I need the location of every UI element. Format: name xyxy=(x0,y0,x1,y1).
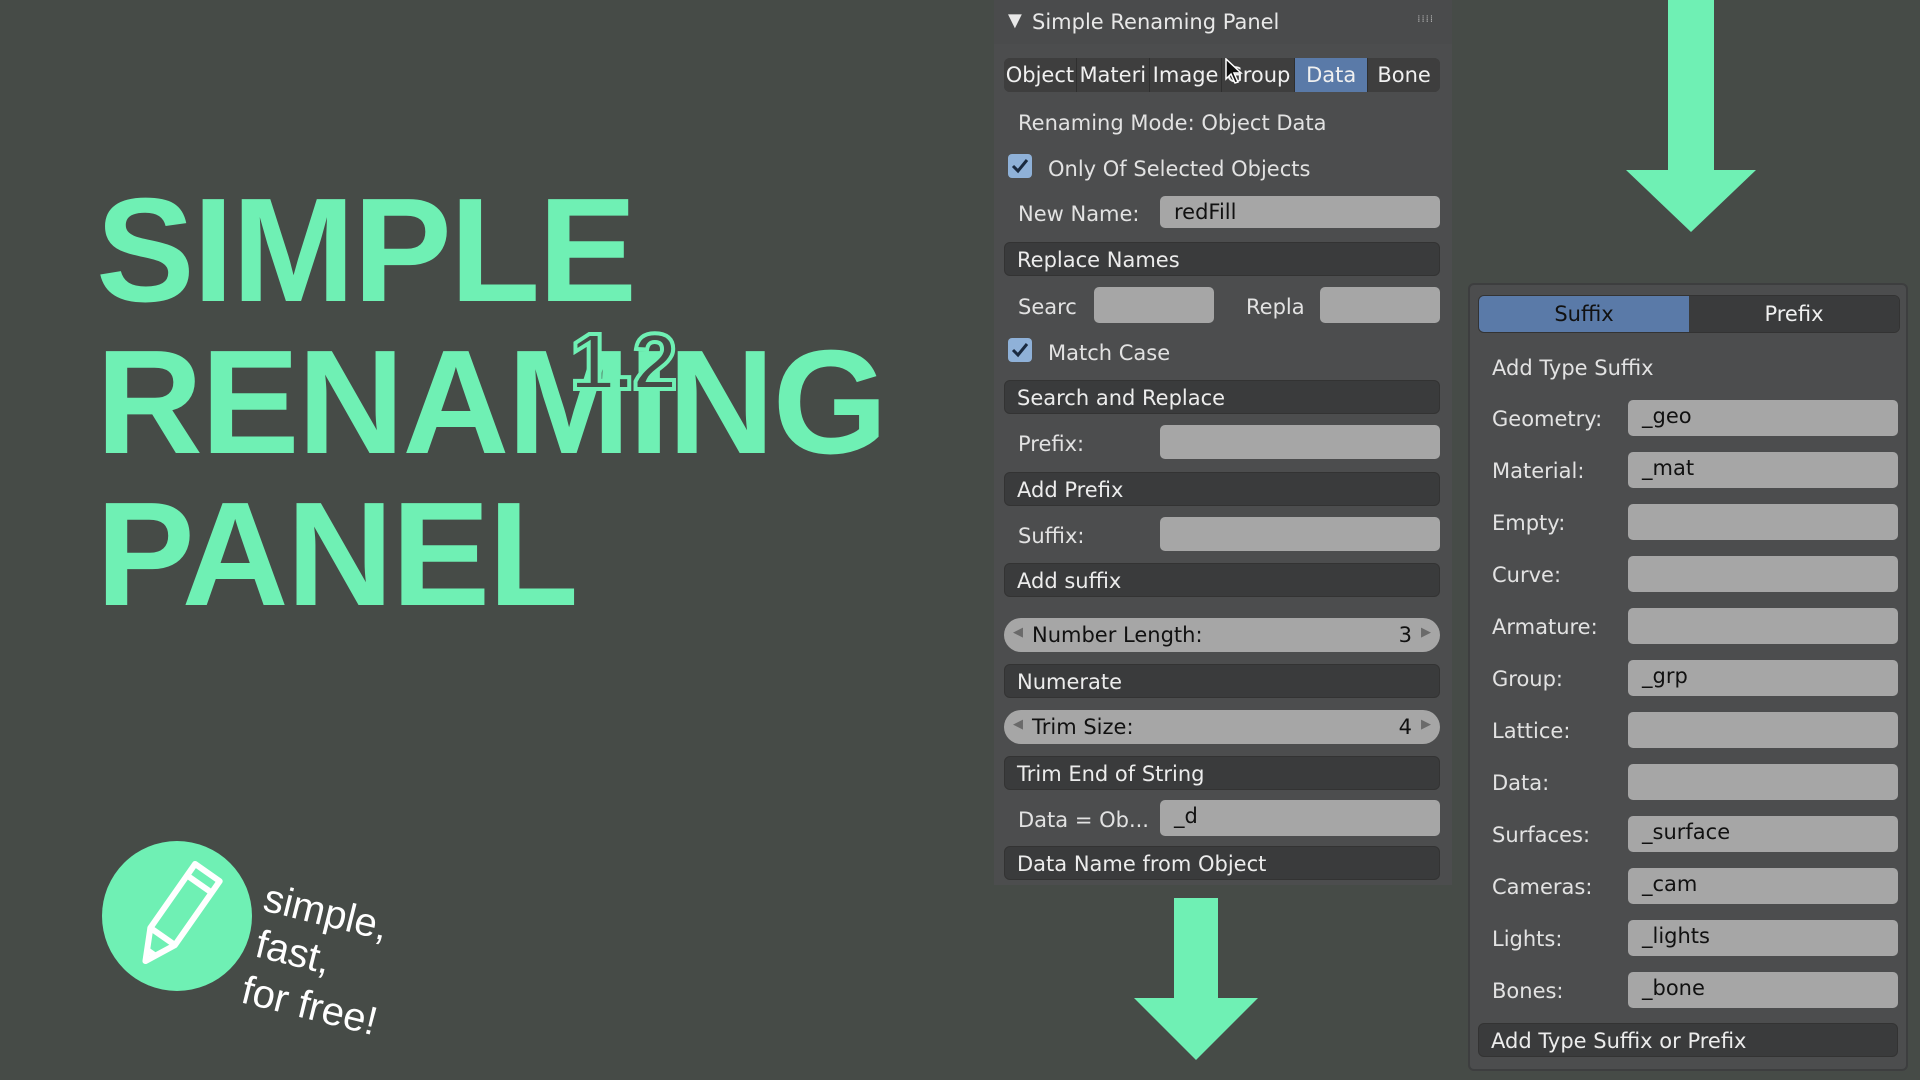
add-type-suffix-button[interactable]: Add Type Suffix or Prefix xyxy=(1478,1023,1898,1057)
armature-label: Armature: xyxy=(1492,615,1598,639)
checkmark-icon xyxy=(1011,343,1029,358)
numerate-button[interactable]: Numerate xyxy=(1004,664,1440,698)
drag-handle-icon[interactable]: ⁞⁞⁞⁞ xyxy=(1417,14,1434,25)
decrement-arrow-icon[interactable]: ◀ xyxy=(1013,625,1023,640)
lights-label: Lights: xyxy=(1492,927,1563,951)
data-ob-input[interactable]: _d xyxy=(1160,800,1440,836)
suffix-prefix-toggle: Suffix Prefix xyxy=(1478,295,1900,333)
data-ob-label: Data = Ob... xyxy=(1018,808,1149,832)
prefix-label: Prefix: xyxy=(1018,432,1085,456)
lattice-suffix-input[interactable] xyxy=(1628,712,1898,748)
type-suffix-panel: Suffix Prefix Add Type Suffix Geometry: _… xyxy=(1470,285,1906,1069)
decrement-arrow-icon[interactable]: ◀ xyxy=(1013,717,1023,732)
number-length-label: Number Length: xyxy=(1032,623,1203,647)
data-name-from-object-button[interactable]: Data Name from Object xyxy=(1004,846,1440,880)
new-name-label: New Name: xyxy=(1018,202,1140,226)
surfaces-label: Surfaces: xyxy=(1492,823,1591,847)
suffix-label: Suffix: xyxy=(1018,524,1085,548)
armature-suffix-input[interactable] xyxy=(1628,608,1898,644)
version-number: 1.2 xyxy=(568,315,679,408)
trim-size-label: Trim Size: xyxy=(1032,715,1134,739)
curve-label: Curve: xyxy=(1492,563,1562,587)
checkmark-icon xyxy=(1011,159,1029,174)
curve-suffix-input[interactable] xyxy=(1628,556,1898,592)
empty-suffix-input[interactable] xyxy=(1628,504,1898,540)
panel-title: Simple Renaming Panel xyxy=(1032,10,1280,34)
search-input[interactable] xyxy=(1094,287,1214,323)
arrow-down-icon xyxy=(1134,898,1258,1060)
add-suffix-button[interactable]: Add suffix xyxy=(1004,563,1440,597)
mouse-cursor-icon xyxy=(1225,58,1243,84)
data-label: Data: xyxy=(1492,771,1550,795)
geometry-label: Geometry: xyxy=(1492,407,1603,431)
material-label: Material: xyxy=(1492,459,1585,483)
empty-label: Empty: xyxy=(1492,511,1566,535)
search-label: Searc xyxy=(1018,295,1077,319)
prefix-segment[interactable]: Prefix xyxy=(1689,296,1899,332)
group-label: Group: xyxy=(1492,667,1564,691)
hero-line-3: PANEL xyxy=(96,472,579,637)
replace-label: Repla xyxy=(1246,295,1305,319)
panel-header[interactable]: ▼ Simple Renaming Panel ⁞⁞⁞⁞ xyxy=(994,0,1452,44)
new-name-input[interactable]: redFill xyxy=(1160,196,1440,228)
only-selected-label: Only Of Selected Objects xyxy=(1048,157,1311,181)
logo xyxy=(102,841,252,991)
group-suffix-input[interactable]: _grp xyxy=(1628,660,1898,696)
tab-data[interactable]: Data xyxy=(1295,58,1369,92)
only-selected-checkbox[interactable] xyxy=(1008,154,1032,178)
type-suffix-heading: Add Type Suffix xyxy=(1492,356,1654,380)
surfaces-suffix-input[interactable]: _surface xyxy=(1628,816,1898,852)
lights-suffix-input[interactable]: _lights xyxy=(1628,920,1898,956)
tab-bone[interactable]: Bone xyxy=(1368,58,1440,92)
number-length-slider[interactable]: ◀ Number Length: 3 ▶ xyxy=(1004,618,1440,652)
hero-title: SIMPLE RENAMING PANEL xyxy=(96,168,888,637)
hero-line-1: SIMPLE xyxy=(96,168,637,333)
trim-end-button[interactable]: Trim End of String xyxy=(1004,756,1440,790)
collapse-triangle-icon[interactable]: ▼ xyxy=(1008,10,1022,31)
lattice-label: Lattice: xyxy=(1492,719,1571,743)
add-prefix-button[interactable]: Add Prefix xyxy=(1004,472,1440,506)
trim-size-value: 4 xyxy=(1398,715,1412,739)
tab-image[interactable]: Image xyxy=(1149,58,1223,92)
pencil-icon xyxy=(142,860,223,965)
hero-line-2: RENAMING xyxy=(96,320,888,485)
cameras-label: Cameras: xyxy=(1492,875,1593,899)
tab-object[interactable]: Object xyxy=(1004,58,1077,92)
simple-renaming-panel: ▼ Simple Renaming Panel ⁞⁞⁞⁞ Object Mate… xyxy=(994,0,1452,885)
trim-size-slider[interactable]: ◀ Trim Size: 4 ▶ xyxy=(1004,710,1440,744)
cameras-suffix-input[interactable]: _cam xyxy=(1628,868,1898,904)
increment-arrow-icon[interactable]: ▶ xyxy=(1421,717,1431,732)
increment-arrow-icon[interactable]: ▶ xyxy=(1421,625,1431,640)
search-and-replace-button[interactable]: Search and Replace xyxy=(1004,380,1440,414)
bones-suffix-input[interactable]: _bone xyxy=(1628,972,1898,1008)
replace-names-button[interactable]: Replace Names xyxy=(1004,242,1440,276)
mode-tabs: Object Materi Image Group Data Bone xyxy=(1004,58,1440,92)
renaming-mode-label: Renaming Mode: Object Data xyxy=(1018,111,1327,135)
replace-input[interactable] xyxy=(1320,287,1440,323)
prefix-input[interactable] xyxy=(1160,425,1440,459)
suffix-input[interactable] xyxy=(1160,517,1440,551)
arrow-down-icon xyxy=(1626,0,1756,232)
data-suffix-input[interactable] xyxy=(1628,764,1898,800)
tab-material[interactable]: Materi xyxy=(1076,58,1150,92)
geometry-suffix-input[interactable]: _geo xyxy=(1628,400,1898,436)
number-length-value: 3 xyxy=(1398,623,1412,647)
match-case-checkbox[interactable] xyxy=(1008,338,1032,362)
material-suffix-input[interactable]: _mat xyxy=(1628,452,1898,488)
suffix-segment[interactable]: Suffix xyxy=(1479,296,1689,332)
bones-label: Bones: xyxy=(1492,979,1564,1003)
match-case-label: Match Case xyxy=(1048,341,1171,365)
